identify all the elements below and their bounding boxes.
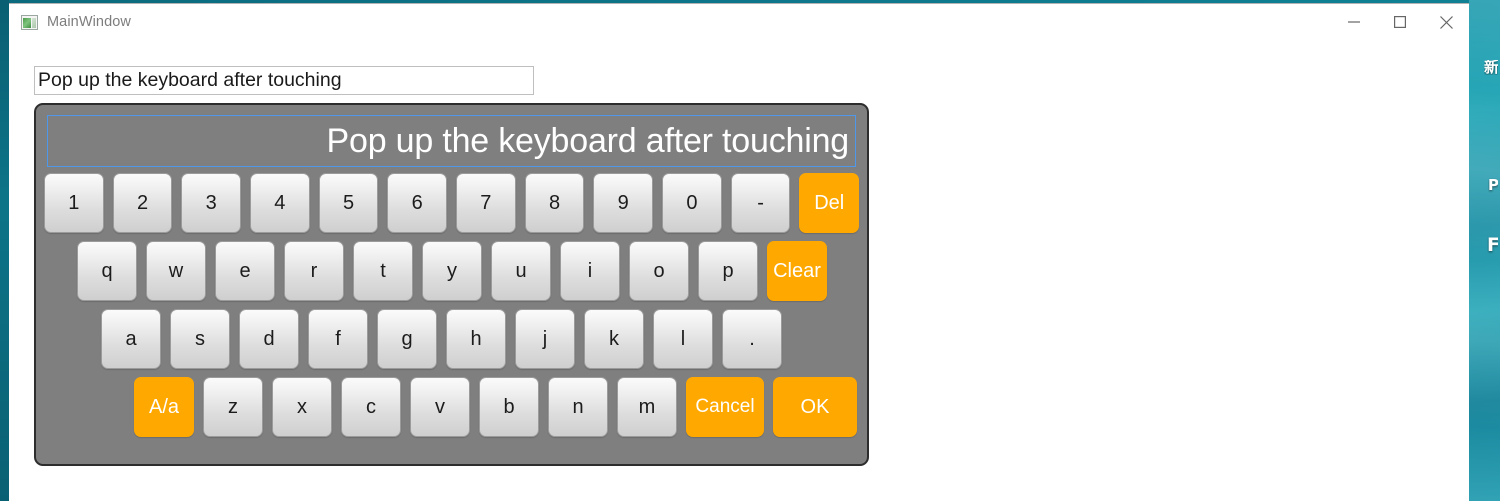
key-b[interactable]: b bbox=[479, 377, 539, 437]
key-s[interactable]: s bbox=[170, 309, 230, 369]
key-e[interactable]: e bbox=[215, 241, 275, 301]
key-g[interactable]: g bbox=[377, 309, 437, 369]
keyboard-row-qwerty: q w e r t y u i o p Clear bbox=[44, 241, 859, 301]
key-u[interactable]: u bbox=[491, 241, 551, 301]
key-j[interactable]: j bbox=[515, 309, 575, 369]
minimize-icon[interactable] bbox=[1331, 4, 1377, 40]
keyboard-row-number: 1 2 3 4 5 6 7 8 9 0- Del bbox=[44, 173, 860, 233]
key-4[interactable]: 4 bbox=[250, 173, 310, 233]
key-7[interactable]: 7 bbox=[456, 173, 516, 233]
maximize-icon[interactable] bbox=[1377, 4, 1423, 40]
key-n[interactable]: n bbox=[548, 377, 608, 437]
key-x[interactable]: x bbox=[272, 377, 332, 437]
key-a[interactable]: a bbox=[101, 309, 161, 369]
title-bar: MainWindow bbox=[9, 4, 1469, 40]
desktop-right-edge: 新 P F bbox=[1469, 0, 1500, 501]
key-p[interactable]: p bbox=[698, 241, 758, 301]
window-title: MainWindow bbox=[47, 14, 131, 30]
desktop-background: 新 P F MainWindow Pop up the keyboard aft… bbox=[0, 0, 1500, 501]
key-w[interactable]: w bbox=[146, 241, 206, 301]
key-q[interactable]: q bbox=[77, 241, 137, 301]
main-window: MainWindow Pop up the keyboard after tou… bbox=[9, 3, 1469, 501]
virtual-keyboard-panel: Pop up the keyboard after touching 12345… bbox=[34, 103, 869, 466]
key-l[interactable]: l bbox=[653, 309, 713, 369]
app-window-icon bbox=[21, 14, 38, 30]
desktop-icon-glyph-3: F bbox=[1487, 236, 1498, 255]
desktop-left-edge bbox=[0, 0, 9, 501]
key-d[interactable]: d bbox=[239, 309, 299, 369]
text-field-wrapper bbox=[34, 66, 534, 95]
key-9[interactable]: 9 bbox=[593, 173, 654, 233]
keyboard-display[interactable]: Pop up the keyboard after touching bbox=[47, 115, 856, 167]
key-5[interactable]: 5 bbox=[318, 173, 379, 233]
key-r[interactable]: r bbox=[284, 241, 344, 301]
keyboard-row-bottom: A/a z x c v b n m Cancel OK bbox=[44, 377, 859, 437]
key-h[interactable]: h bbox=[446, 309, 506, 369]
key-clear[interactable]: Clear bbox=[767, 241, 827, 301]
key-cancel[interactable]: Cancel bbox=[686, 377, 764, 437]
key-y[interactable]: y bbox=[422, 241, 482, 301]
text-input[interactable] bbox=[34, 66, 534, 95]
key-k[interactable]: k bbox=[584, 309, 644, 369]
close-icon[interactable] bbox=[1423, 4, 1469, 40]
key-minus[interactable]: - bbox=[730, 173, 791, 233]
desktop-icon-glyph-2: P bbox=[1488, 178, 1498, 193]
key-2[interactable]: 2 bbox=[112, 173, 173, 233]
key-3[interactable]: 3 bbox=[181, 173, 242, 233]
key-period[interactable]: . bbox=[722, 309, 782, 369]
key-v[interactable]: v bbox=[410, 377, 470, 437]
key-1[interactable]: 1 bbox=[44, 173, 104, 233]
key-m[interactable]: m bbox=[617, 377, 677, 437]
key-i[interactable]: i bbox=[560, 241, 620, 301]
key-ok[interactable]: OK bbox=[773, 377, 857, 437]
key-8[interactable]: 8 bbox=[524, 173, 585, 233]
desktop-icon-glyph-1: 新 bbox=[1484, 60, 1498, 75]
key-t[interactable]: t bbox=[353, 241, 413, 301]
key-z[interactable]: z bbox=[203, 377, 263, 437]
key-0[interactable]: 0 bbox=[662, 173, 722, 233]
key-6[interactable]: 6 bbox=[387, 173, 448, 233]
key-f[interactable]: f bbox=[308, 309, 368, 369]
window-controls bbox=[1331, 4, 1469, 40]
key-c[interactable]: c bbox=[341, 377, 401, 437]
client-area: Pop up the keyboard after touching 12345… bbox=[9, 40, 1469, 501]
key-delete[interactable]: Del bbox=[799, 173, 860, 233]
key-o[interactable]: o bbox=[629, 241, 689, 301]
keyboard-row-home: asdfghjkl. bbox=[44, 309, 859, 369]
key-shift-case[interactable]: A/a bbox=[134, 377, 194, 437]
